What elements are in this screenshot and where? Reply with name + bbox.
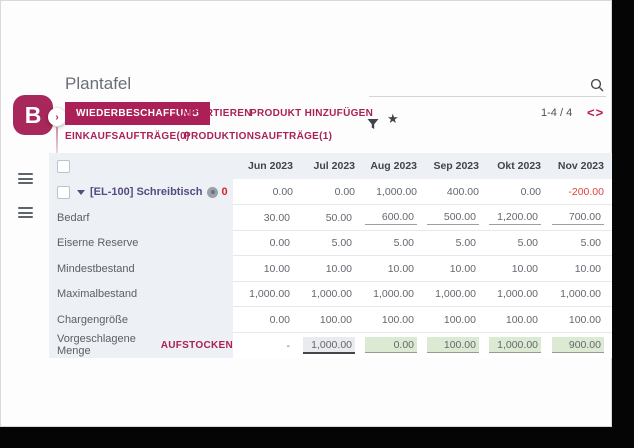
- cell-value: 100.00: [301, 307, 363, 333]
- search-icon[interactable]: [590, 78, 604, 97]
- cell-value: 100.00: [363, 307, 425, 333]
- alert-count-badge: 0: [221, 186, 227, 198]
- cell-value: 100.00: [487, 307, 549, 333]
- cell-value: -: [233, 333, 301, 359]
- cell-value: 10.00: [363, 256, 425, 282]
- column-header-jun[interactable]: Jun 2023: [233, 153, 301, 179]
- manufacturing-orders-button[interactable]: PRODUKTIONSAUFTRÄGE(1): [184, 131, 332, 142]
- cell-value: 10.00: [487, 256, 549, 282]
- search-input[interactable]: [369, 75, 584, 95]
- cell-value: 5.00: [301, 231, 363, 257]
- app-window: B › Plantafel WIEDERBESCHAFFUNG IMPORTIE…: [0, 0, 612, 427]
- replenish-row-button[interactable]: AUFSTOCKEN: [161, 340, 233, 351]
- row-label: Mindestbestand: [57, 263, 135, 275]
- drag-handle-icon[interactable]: [18, 207, 33, 218]
- expand-chevron-button[interactable]: ›: [48, 108, 66, 126]
- demand-input[interactable]: 1,200.00: [487, 205, 549, 231]
- cell-value: 0.00: [233, 307, 301, 333]
- row-label: Eiserne Reserve: [57, 237, 138, 249]
- page-title: Plantafel: [65, 74, 131, 94]
- column-header-okt[interactable]: Okt 2023: [487, 153, 549, 179]
- suggested-qty-input[interactable]: 0.00: [363, 333, 425, 359]
- column-header-aug[interactable]: Aug 2023: [363, 153, 425, 179]
- cell-value: 10.00: [549, 256, 612, 282]
- search-bar: [369, 75, 606, 97]
- row-label: Bedarf: [57, 212, 89, 224]
- demand-input[interactable]: 700.00: [549, 205, 612, 231]
- mps-table: Jun 2023 Jul 2023 Aug 2023 Sep 2023 Okt …: [49, 153, 612, 358]
- cell-value: 10.00: [301, 256, 363, 282]
- group-value: 0.00: [301, 179, 363, 205]
- group-value: 0.00: [233, 179, 301, 205]
- cell-value: 0.00: [233, 231, 301, 257]
- favorites-star-icon[interactable]: ★: [387, 111, 399, 127]
- cell-value: 1,000.00: [425, 282, 487, 308]
- suggested-qty-input[interactable]: 100.00: [425, 333, 487, 359]
- suggested-qty-input[interactable]: 1,000.00: [487, 333, 549, 359]
- cell-value: 100.00: [549, 307, 612, 333]
- suggested-qty-input[interactable]: 900.00: [549, 333, 612, 359]
- select-all-cell: [49, 153, 233, 179]
- column-header-nov[interactable]: Nov 2023: [549, 153, 612, 179]
- group-row-label-cell: [EL-100] Schreibtisch 0: [49, 179, 233, 205]
- group-value: 400.00: [425, 179, 487, 205]
- product-link[interactable]: [EL-100] Schreibtisch: [90, 186, 202, 198]
- app-logo[interactable]: B: [13, 95, 53, 135]
- demand-input[interactable]: 500.00: [425, 205, 487, 231]
- row-label: Maximalbestand: [57, 288, 137, 300]
- import-button[interactable]: IMPORTIEREN: [179, 108, 252, 119]
- row-label: Vorgeschlagene Menge: [57, 333, 152, 357]
- cell-value: 1,000.00: [363, 282, 425, 308]
- filter-funnel-icon[interactable]: [367, 117, 379, 135]
- suggested-qty-input[interactable]: 1,000.00: [301, 333, 363, 359]
- select-all-checkbox[interactable]: [57, 160, 70, 173]
- pager-prev-button[interactable]: <: [587, 105, 596, 120]
- group-value-negative: -200.00: [549, 179, 612, 205]
- column-header-sep[interactable]: Sep 2023: [425, 153, 487, 179]
- add-product-button[interactable]: PRODUKT HINZUFÜGEN: [250, 108, 373, 119]
- cell-value: 1,000.00: [549, 282, 612, 308]
- chevron-down-icon[interactable]: [77, 190, 85, 195]
- cell-value: 10.00: [425, 256, 487, 282]
- drag-handle-icon[interactable]: [18, 173, 33, 184]
- row-checkbox[interactable]: [57, 186, 70, 199]
- pager-arrows: <>: [587, 105, 604, 120]
- column-header-jul[interactable]: Jul 2023: [301, 153, 363, 179]
- cell-value: 30.00: [233, 205, 301, 231]
- pager-range: 1-4 / 4: [541, 107, 572, 119]
- purchase-orders-button[interactable]: EINKAUFSAUFTRÄGE(0): [65, 131, 190, 142]
- cell-value: 5.00: [549, 231, 612, 257]
- group-value: 1,000.00: [363, 179, 425, 205]
- group-value: 0.00: [487, 179, 549, 205]
- gear-icon[interactable]: [207, 187, 218, 198]
- cell-value: 1,000.00: [487, 282, 549, 308]
- cell-value: 1,000.00: [301, 282, 363, 308]
- row-label: Chargengröße: [57, 314, 128, 326]
- cell-value: 100.00: [425, 307, 487, 333]
- cell-value: 1,000.00: [233, 282, 301, 308]
- demand-input[interactable]: 600.00: [363, 205, 425, 231]
- cell-value: 5.00: [363, 231, 425, 257]
- cell-value: 5.00: [487, 231, 549, 257]
- cell-value: 50.00: [301, 205, 363, 231]
- pager-next-button[interactable]: >: [596, 105, 605, 120]
- cell-value: 5.00: [425, 231, 487, 257]
- cell-value: 10.00: [233, 256, 301, 282]
